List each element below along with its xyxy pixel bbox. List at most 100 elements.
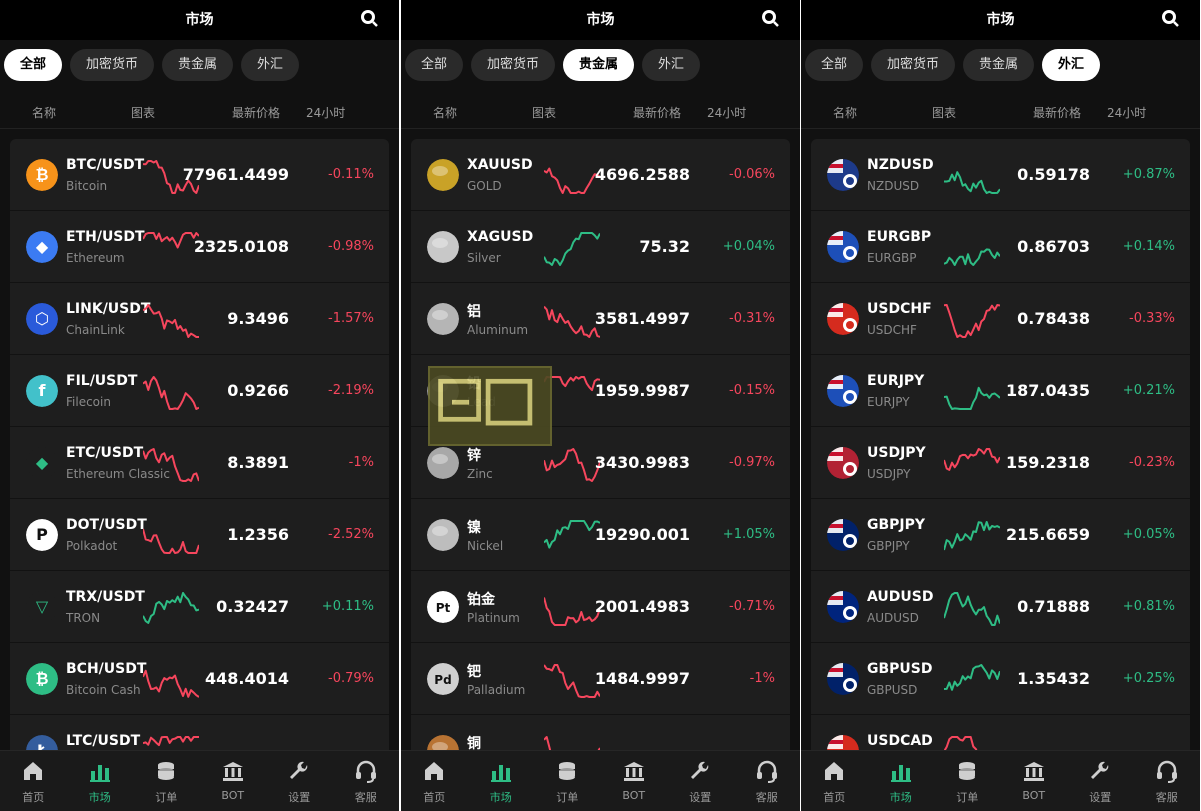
- list-item[interactable]: ◆ ETC/USDT Ethereum Classic 8.3891 -1%: [10, 427, 389, 499]
- nav-item-orders[interactable]: 订单: [133, 751, 200, 811]
- search-icon[interactable]: [760, 8, 780, 28]
- list-item[interactable]: P DOT/USDT Polkadot 1.2356 -2.52%: [10, 499, 389, 571]
- latest-price: 0.78438: [1017, 309, 1090, 328]
- list-item[interactable]: GBPUSD GBPUSD 1.35432 +0.25%: [811, 643, 1190, 715]
- list-item[interactable]: f FIL/USDT Filecoin 0.9266 -2.19%: [10, 355, 389, 427]
- tab-crypto[interactable]: 加密货币: [871, 49, 956, 81]
- list-item[interactable]: EURGBP EURGBP 0.86703 +0.14%: [811, 211, 1190, 283]
- list-item[interactable]: USDJPY USDJPY 159.2318 -0.23%: [811, 427, 1190, 499]
- tab-crypto[interactable]: 加密货币: [70, 49, 155, 81]
- sparkline-path: [544, 232, 600, 266]
- nav-item-home[interactable]: 首页: [401, 751, 468, 811]
- nav-label: 客服: [1155, 791, 1178, 804]
- tab-forex[interactable]: 外汇: [642, 49, 701, 81]
- gold-bar-icon: [427, 159, 459, 191]
- sparkline-chart: [544, 520, 600, 549]
- sparkline-chart: [544, 448, 600, 482]
- sparkline-path: [143, 232, 199, 249]
- list-item[interactable]: Pt 铂金 Platinum 2001.4983 -0.71%: [411, 571, 790, 643]
- header-divider: [801, 128, 1200, 129]
- nav-item-bot[interactable]: BOT: [601, 751, 668, 811]
- list-item[interactable]: ₿ BTC/USDT Bitcoin 77961.4499 -0.11%: [10, 139, 389, 211]
- list-item[interactable]: AUDUSD AUDUSD 0.71888 +0.81%: [811, 571, 1190, 643]
- nav-item-market[interactable]: 市场: [868, 751, 935, 811]
- list-item[interactable]: ₿ BCH/USDT Bitcoin Cash 448.4014 -0.79%: [10, 643, 389, 715]
- top-bar: 市场: [801, 0, 1200, 40]
- nav-item-orders[interactable]: 订单: [534, 751, 601, 811]
- instrument-name: Nickel: [467, 539, 504, 553]
- litecoin-icon: Ł: [26, 735, 58, 750]
- usd-cad-flag-icon: [827, 735, 859, 750]
- list-item[interactable]: XAUUSD GOLD 4696.2588 -0.06%: [411, 139, 790, 211]
- tab-forex[interactable]: 外汇: [241, 49, 300, 81]
- list-item[interactable]: 铜: [411, 715, 790, 750]
- tab-all[interactable]: 全部: [4, 49, 63, 81]
- list-item[interactable]: NZDUSD NZDUSD 0.59178 +0.87%: [811, 139, 1190, 211]
- list-item[interactable]: 铝 Aluminum 3581.4997 -0.31%: [411, 283, 790, 355]
- svg-text:f: f: [39, 381, 47, 400]
- sparkline-path: [544, 520, 600, 549]
- nav-label: 设置: [689, 791, 712, 804]
- nav-item-market[interactable]: 市场: [67, 751, 134, 811]
- sparkline-chart: [944, 171, 1000, 194]
- search-icon[interactable]: [359, 8, 379, 28]
- nav-item-market[interactable]: 市场: [468, 751, 535, 811]
- nav-item-home[interactable]: 首页: [0, 751, 67, 811]
- market-chart-icon: [489, 759, 513, 783]
- list-item[interactable]: XAGUSD Silver 75.32 +0.04%: [411, 211, 790, 283]
- instrument-symbol: 铂金: [467, 592, 495, 608]
- nav-item-settings[interactable]: 设置: [667, 751, 734, 811]
- list-item[interactable]: ⬡ LINK/USDT ChainLink 9.3496 -1.57%: [10, 283, 389, 355]
- search-icon[interactable]: [1160, 8, 1180, 28]
- list-item[interactable]: ◆ ETH/USDT Ethereum 2325.0108 -0.98%: [10, 211, 389, 283]
- nav-item-settings[interactable]: 设置: [266, 751, 333, 811]
- latest-price: 4696.2588: [594, 165, 690, 184]
- list-item[interactable]: ▽ TRX/USDT TRON 0.32427 +0.11%: [10, 571, 389, 643]
- bottom-nav: 首页 市场 订单 BOT 设置 客服: [401, 750, 800, 811]
- list-item[interactable]: Ł LTC/USDT: [10, 715, 389, 750]
- instrument-symbol: 铜: [467, 736, 481, 750]
- list-item[interactable]: GBPJPY GBPJPY 215.6659 +0.05%: [811, 499, 1190, 571]
- top-bar: 市场: [401, 0, 800, 40]
- nav-item-support[interactable]: 客服: [1134, 751, 1201, 811]
- svg-text:▽: ▽: [36, 597, 49, 616]
- nav-item-settings[interactable]: 设置: [1067, 751, 1134, 811]
- tab-forex[interactable]: 外汇: [1042, 49, 1101, 81]
- list-item[interactable]: 镍 Nickel 19290.001 +1.05%: [411, 499, 790, 571]
- latest-price: 0.71888: [1017, 597, 1090, 616]
- nav-item-support[interactable]: 客服: [333, 751, 400, 811]
- sparkline-chart: [544, 376, 600, 392]
- change-24h: +0.81%: [1122, 599, 1175, 614]
- tron-icon: ▽: [26, 591, 58, 623]
- nav-item-orders[interactable]: 订单: [934, 751, 1001, 811]
- change-24h: -1%: [348, 455, 374, 470]
- instrument-name: GOLD: [467, 179, 502, 193]
- tab-metals[interactable]: 贵金属: [563, 49, 635, 81]
- page-title: 市场: [586, 12, 615, 28]
- instrument-name: Filecoin: [66, 395, 111, 409]
- instrument-symbol: BCH/USDT: [66, 661, 147, 677]
- category-tabs: 全部 加密货币 贵金属 外汇: [4, 49, 300, 81]
- sparkline-chart: [944, 521, 1000, 551]
- list-item[interactable]: Pd 钯 Palladium 1484.9997 -1%: [411, 643, 790, 715]
- nav-label: 首页: [823, 791, 846, 804]
- nav-item-bot[interactable]: BOT: [200, 751, 267, 811]
- nav-item-bot[interactable]: BOT: [1001, 751, 1068, 811]
- nav-item-home[interactable]: 首页: [801, 751, 868, 811]
- tab-all[interactable]: 全部: [805, 49, 864, 81]
- tab-metals[interactable]: 贵金属: [162, 49, 234, 81]
- tab-all[interactable]: 全部: [405, 49, 464, 81]
- tab-metals[interactable]: 贵金属: [963, 49, 1035, 81]
- nav-item-support[interactable]: 客服: [734, 751, 801, 811]
- latest-price: 0.32427: [216, 597, 289, 616]
- tab-crypto[interactable]: 加密货币: [471, 49, 556, 81]
- sparkline-chart: [143, 736, 199, 747]
- instrument-symbol: USDCHF: [867, 301, 932, 317]
- list-item[interactable]: EURJPY EURJPY 187.0435 +0.21%: [811, 355, 1190, 427]
- list-item[interactable]: USDCAD: [811, 715, 1190, 750]
- sparkline-path: [143, 592, 199, 624]
- latest-price: 9.3496: [227, 309, 289, 328]
- list-item[interactable]: USDCHF USDCHF 0.78438 -0.33%: [811, 283, 1190, 355]
- settings-wrench-icon: [688, 759, 712, 783]
- change-24h: -0.15%: [729, 383, 775, 398]
